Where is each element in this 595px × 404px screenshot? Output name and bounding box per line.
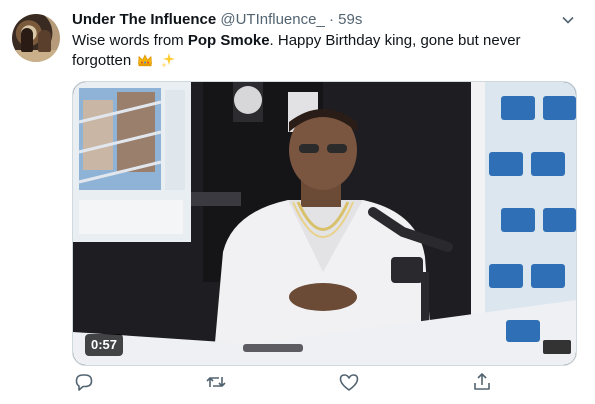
tweet-actions	[72, 370, 575, 394]
video-duration-badge: 0:57	[85, 334, 124, 356]
tweet-timestamp[interactable]: 59s	[338, 11, 362, 28]
author-avatar[interactable]	[12, 14, 60, 62]
retweet-icon[interactable]	[204, 370, 228, 394]
tweet-card[interactable]: Under The Influence @UTInfluence_ · 59s …	[0, 0, 595, 404]
sparkles-emoji-icon	[160, 53, 175, 68]
separator-dot: ·	[328, 11, 334, 28]
reply-icon[interactable]	[72, 370, 96, 394]
video-player[interactable]: 0:57	[72, 81, 577, 366]
tweet-text-start: Wise words from	[72, 32, 188, 49]
tweet-header: Under The Influence @UTInfluence_ · 59s	[72, 11, 362, 29]
crown-emoji-icon	[138, 54, 153, 67]
author-handle[interactable]: @UTInfluence_	[220, 11, 324, 28]
video-frame	[73, 82, 576, 365]
tweet-text: Wise words from Pop Smoke. Happy Birthda…	[72, 31, 572, 71]
share-icon[interactable]	[470, 370, 494, 394]
like-icon[interactable]	[337, 370, 361, 394]
chevron-down-icon[interactable]	[560, 12, 576, 28]
author-name[interactable]: Under The Influence	[72, 11, 216, 28]
tweet-text-bold: Pop Smoke	[187, 32, 270, 49]
